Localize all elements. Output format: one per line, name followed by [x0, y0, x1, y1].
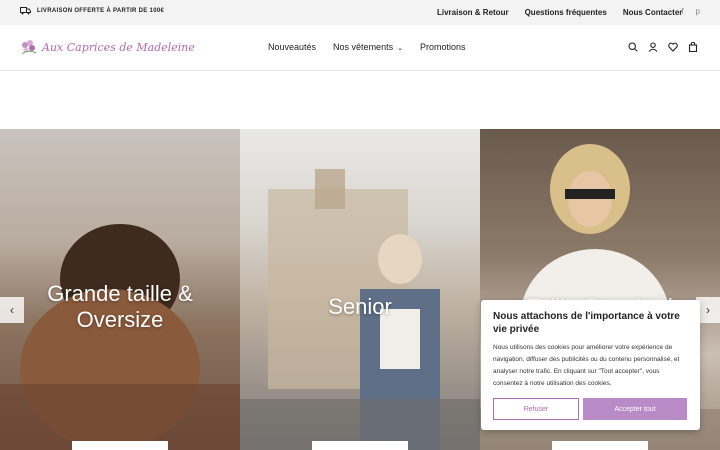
model-photo — [240, 169, 480, 450]
accept-all-cookies-button[interactable]: Accepter tout — [583, 398, 687, 420]
panel-cta-button[interactable] — [72, 441, 168, 450]
site-header: Aux Caprices de Madeleine Nouveautés Nos… — [0, 25, 720, 71]
cookie-consent-dialog: Nous attachons de l'importance à votre v… — [481, 300, 700, 430]
site-logo[interactable]: Aux Caprices de Madeleine — [20, 39, 195, 55]
nav-nouveautes[interactable]: Nouveautés — [268, 42, 316, 52]
user-icon[interactable] — [648, 42, 658, 52]
panel-title: Senior — [240, 294, 480, 320]
nav-nos-vetements[interactable]: Nos vêtements ⌄ — [333, 42, 403, 52]
top-announcement-bar: LIVRAISON OFFERTE À PARTIR DE 100€ Livra… — [0, 0, 720, 25]
pinterest-icon[interactable]: p — [696, 7, 700, 16]
slider-prev-arrow-icon[interactable]: ‹ — [0, 297, 24, 323]
nav-promotions[interactable]: Promotions — [420, 42, 466, 52]
search-icon[interactable] — [628, 42, 638, 52]
cookie-title: Nous attachons de l'importance à votre v… — [493, 311, 680, 335]
panel-cta-button[interactable] — [312, 441, 408, 450]
category-panel-senior[interactable]: Senior — [240, 129, 480, 450]
shipping-text: LIVRAISON OFFERTE À PARTIR DE 100€ — [37, 8, 165, 14]
heart-icon[interactable] — [668, 42, 678, 52]
panel-title-line2: Oversize — [76, 307, 164, 332]
chevron-down-icon: ⌄ — [397, 45, 403, 52]
panel-title-line1: Senior — [328, 294, 392, 319]
logo-text: Aux Caprices de Madeleine — [42, 40, 195, 54]
truck-icon — [20, 7, 31, 15]
cookie-body: Nous utilisons des cookies pour améliore… — [493, 344, 680, 387]
shipping-notice: LIVRAISON OFFERTE À PARTIR DE 100€ — [20, 7, 164, 15]
flower-logo-icon — [20, 39, 38, 55]
facebook-icon[interactable]: f — [681, 7, 683, 16]
panel-title-line1: Grande taille & — [47, 281, 193, 306]
category-panel-grande-taille[interactable]: Grande taille & Oversize — [0, 129, 240, 450]
main-nav: Nouveautés Nos vêtements ⌄ Promotions — [268, 42, 465, 52]
nav-nos-vetements-label: Nos vêtements — [333, 42, 394, 52]
link-questions-frequentes[interactable]: Questions fréquentes — [525, 8, 607, 17]
link-livraison-retour[interactable]: Livraison & Retour — [437, 8, 509, 17]
bag-icon[interactable] — [688, 42, 698, 52]
refuse-cookies-button[interactable]: Refuser — [493, 398, 579, 420]
link-nous-contacter[interactable]: Nous Contacter — [623, 8, 683, 17]
panel-cta-button[interactable] — [552, 441, 648, 450]
panel-title: Grande taille & Oversize — [0, 281, 240, 333]
